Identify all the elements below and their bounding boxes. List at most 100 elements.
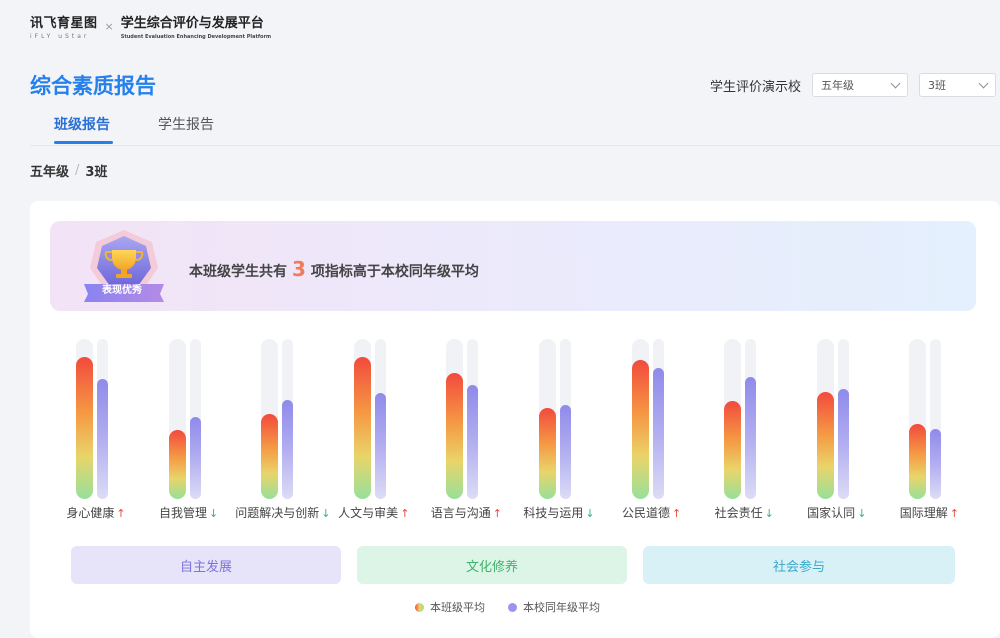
class-select-value: 3班 <box>928 79 946 92</box>
chart-column: 人文与审美 ↑ <box>328 321 420 521</box>
page-title: 综合素质报告 <box>30 74 156 98</box>
bar-class-average <box>446 372 464 499</box>
grade-select[interactable]: 五年级 <box>812 73 908 97</box>
category-label: 身心健康 ↑ <box>50 504 142 521</box>
brand-header: 讯飞育星图 iFLY uStar × 学生综合评价与发展平台 Student E… <box>30 16 271 46</box>
bar-track-grade <box>97 339 108 499</box>
breadcrumb-class: 3班 <box>85 165 108 180</box>
category-name: 身心健康 <box>66 506 115 520</box>
bar-grade-average <box>189 417 201 499</box>
bar-track-class <box>168 339 186 499</box>
report-card: 表现优秀 本班级学生共有 3 项指标高于本校同年级平均 身心健康 ↑ 自我管理 ↓ 问题… <box>30 201 1000 638</box>
category-label: 国际理解 ↑ <box>883 504 975 521</box>
summary-text-before: 本班级学生共有 <box>189 264 287 280</box>
category-name: 人文与审美 <box>338 506 399 520</box>
arrow-down-icon: ↓ <box>585 507 595 520</box>
bar-grade-average <box>282 399 294 499</box>
tab-class-report[interactable]: 班级报告 <box>54 114 110 134</box>
chart-column: 国际理解 ↑ <box>883 321 975 521</box>
bar-class-average <box>353 356 371 499</box>
category-label: 公民道德 ↑ <box>606 504 698 521</box>
platform-name: 学生综合评价与发展平台 <box>120 16 264 31</box>
bar-track-class <box>631 339 649 499</box>
bar-track-grade <box>652 339 664 499</box>
brand-logo-text: 讯飞育星图 <box>30 16 98 31</box>
bar-grade-average <box>467 385 479 499</box>
report-tabs: 班级报告 学生报告 <box>30 110 1000 146</box>
arrow-up-icon: ↑ <box>492 507 502 520</box>
bar-class-average <box>909 423 927 499</box>
group-social-participation: 社会参与 <box>643 546 955 584</box>
tab-student-report[interactable]: 学生报告 <box>158 114 214 134</box>
bar-class-average <box>539 407 556 499</box>
bar-track-class <box>261 339 279 499</box>
bar-class-average <box>168 430 186 499</box>
breadcrumb-grade[interactable]: 五年级 <box>30 161 69 180</box>
category-label: 科技与运用 ↓ <box>513 504 605 521</box>
bar-track-class <box>816 339 834 499</box>
legend-label-grade: 本校同年级平均 <box>523 601 600 614</box>
school-name: 学生评价演示校 <box>709 79 801 95</box>
bar-track-grade <box>467 339 479 499</box>
category-name: 语言与沟通 <box>430 506 491 520</box>
bar-track-grade <box>374 339 386 499</box>
category-label: 社会责任 ↓ <box>698 504 790 521</box>
chart-legend: 本班级平均 本校同年级平均 <box>415 599 623 615</box>
bar-track-grade <box>560 339 571 499</box>
bar-grade-average <box>930 428 942 499</box>
legend-dot-grade <box>508 602 517 612</box>
bar-track-class <box>539 339 556 499</box>
breadcrumb-separator: / <box>75 163 80 178</box>
bar-track-grade <box>189 339 201 499</box>
bar-track-class <box>724 339 742 499</box>
bar-track-class <box>446 339 464 499</box>
legend-item-grade: 本校同年级平均 <box>508 599 600 615</box>
bar-class-average <box>816 391 834 499</box>
group-cultural-literacy: 文化修养 <box>357 546 627 584</box>
category-name: 国家认同 <box>807 506 856 520</box>
category-label: 国家认同 ↓ <box>791 504 883 521</box>
brand-logo-subtext: iFLY uStar <box>30 33 90 40</box>
summary-banner: 表现优秀 本班级学生共有 3 项指标高于本校同年级平均 <box>50 221 976 311</box>
category-label: 自我管理 ↓ <box>143 504 235 521</box>
bar-grade-average <box>560 404 571 499</box>
bar-track-grade <box>282 339 294 499</box>
brand-logo: 讯飞育星图 iFLY uStar <box>30 16 98 41</box>
summary-text: 本班级学生共有 3 项指标高于本校同年级平均 <box>189 257 479 281</box>
chart-column: 国家认同 ↓ <box>791 321 883 521</box>
grade-select-value: 五年级 <box>821 79 854 92</box>
bar-class-average <box>631 359 649 499</box>
bar-track-class <box>76 339 93 499</box>
category-name: 公民道德 <box>621 506 670 520</box>
bar-class-average <box>724 401 742 499</box>
class-select[interactable]: 3班 <box>919 73 996 97</box>
bar-track-grade <box>837 339 849 499</box>
active-tab-indicator <box>54 141 113 144</box>
arrow-down-icon: ↓ <box>208 507 219 520</box>
chart-column: 自我管理 ↓ <box>143 321 235 521</box>
badge-label: 表现优秀 <box>102 285 142 296</box>
chart-column: 社会责任 ↓ <box>698 321 790 521</box>
filter-bar: 学生评价演示校 五年级 3班 <box>710 73 996 97</box>
brand-separator: × <box>104 20 114 33</box>
category-name: 国际理解 <box>899 506 948 520</box>
arrow-up-icon: ↑ <box>400 507 410 520</box>
bar-track-class <box>909 339 927 499</box>
chart-column: 问题解决与创新 ↓ <box>235 321 330 521</box>
chevron-down-icon <box>890 78 901 88</box>
indicator-bar-chart: 身心健康 ↑ 自我管理 ↓ 问题解决与创新 ↓ 人文与审美 ↑ 语言与沟通 ↑ 科技与运用 ↓ 公民道德… <box>50 321 976 521</box>
bar-class-average <box>261 414 279 499</box>
bar-track-grade <box>745 339 757 499</box>
summary-text-after: 项指标高于本校同年级平均 <box>310 264 479 280</box>
legend-label-class: 本班级平均 <box>430 601 485 614</box>
bar-grade-average <box>97 379 108 499</box>
chart-column: 公民道德 ↑ <box>606 321 698 521</box>
arrow-down-icon: ↓ <box>857 507 867 520</box>
bar-grade-average <box>652 367 664 499</box>
bar-grade-average <box>745 377 757 499</box>
bar-class-average <box>76 356 93 499</box>
arrow-up-icon: ↑ <box>671 507 682 520</box>
platform-logo: 学生综合评价与发展平台 Student Evaluation Enhancing… <box>121 16 271 41</box>
arrow-up-icon: ↑ <box>949 507 959 520</box>
category-label: 问题解决与创新 ↓ <box>235 504 330 521</box>
